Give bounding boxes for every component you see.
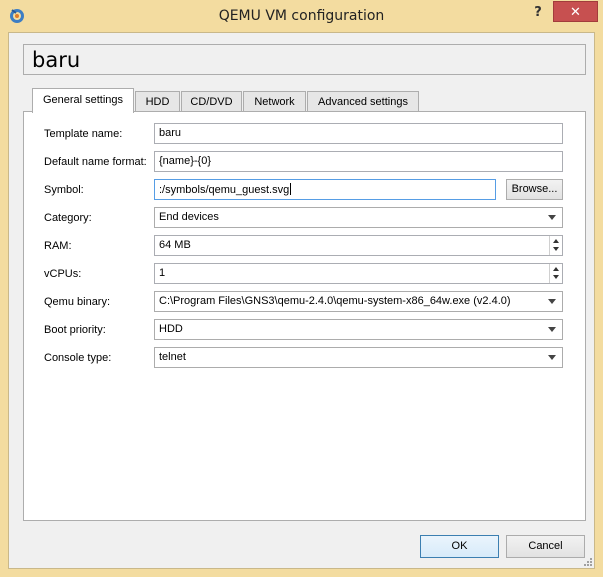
help-button[interactable]: ?: [528, 3, 548, 23]
template-name-header: baru: [23, 44, 586, 75]
template-name-input[interactable]: baru: [154, 123, 563, 144]
ram-spin-buttons[interactable]: [549, 236, 562, 255]
boot-priority-label: Boot priority:: [44, 324, 106, 336]
category-select-value: End devices: [159, 211, 219, 223]
tab-advanced-settings[interactable]: Advanced settings: [307, 91, 419, 112]
tab-network[interactable]: Network: [243, 91, 306, 112]
spin-up-icon[interactable]: [553, 267, 559, 271]
vcpus-spin-buttons[interactable]: [549, 264, 562, 283]
ram-spinbox[interactable]: 64 MB: [154, 235, 563, 256]
boot-priority-select[interactable]: HDD: [154, 319, 563, 340]
default-name-format-input[interactable]: {name}-{0}: [154, 151, 563, 172]
qemu-binary-select-value: C:\Program Files\GNS3\qemu-2.4.0\qemu-sy…: [159, 295, 511, 307]
vcpus-spinbox-value: 1: [159, 267, 166, 279]
chevron-down-icon: [548, 299, 556, 304]
symbol-input-value: :/symbols/qemu_guest.svg: [159, 184, 290, 196]
symbol-input[interactable]: :/symbols/qemu_guest.svg: [154, 179, 496, 200]
tab-cd-dvd[interactable]: CD/DVD: [181, 91, 242, 112]
cancel-button[interactable]: Cancel: [506, 535, 585, 558]
symbol-label: Symbol:: [44, 184, 84, 196]
boot-priority-select-value: HDD: [159, 323, 183, 335]
browse-symbol-button[interactable]: Browse...: [506, 179, 563, 200]
window-title: QEMU VM configuration: [218, 8, 385, 24]
chevron-down-icon: [548, 355, 556, 360]
ok-button[interactable]: OK: [420, 535, 499, 558]
dialog-client-area: baru General settings HDD CD/DVD Network…: [8, 32, 595, 569]
console-type-select-value: telnet: [159, 351, 186, 363]
dialog-window: QEMU VM configuration ? ✕ baru General s…: [0, 0, 603, 577]
template-name-header-text: baru: [32, 48, 81, 72]
template-name-label: Template name:: [44, 128, 123, 140]
ram-label: RAM:: [44, 240, 72, 252]
chevron-down-icon: [548, 327, 556, 332]
default-name-format-label: Default name format:: [44, 156, 147, 168]
console-type-select[interactable]: telnet: [154, 347, 563, 368]
tab-hdd[interactable]: HDD: [135, 91, 180, 112]
close-button[interactable]: ✕: [553, 1, 598, 22]
general-settings-pane: [23, 111, 586, 521]
spin-down-icon[interactable]: [553, 275, 559, 279]
chevron-down-icon: [548, 215, 556, 220]
console-type-label: Console type:: [44, 352, 112, 364]
text-cursor: [290, 183, 292, 195]
vcpus-spinbox[interactable]: 1: [154, 263, 563, 284]
qemu-binary-select[interactable]: C:\Program Files\GNS3\qemu-2.4.0\qemu-sy…: [154, 291, 563, 312]
ram-spinbox-value: 64 MB: [159, 239, 191, 251]
category-label: Category:: [44, 212, 92, 224]
tab-general-settings[interactable]: General settings: [32, 88, 134, 113]
title-bar[interactable]: QEMU VM configuration ? ✕: [0, 0, 603, 32]
spin-up-icon[interactable]: [553, 239, 559, 243]
category-select[interactable]: End devices: [154, 207, 563, 228]
spin-down-icon[interactable]: [553, 247, 559, 251]
resize-grip-icon[interactable]: [583, 557, 593, 567]
qemu-binary-label: Qemu binary:: [44, 296, 111, 308]
vcpus-label: vCPUs:: [44, 268, 82, 280]
